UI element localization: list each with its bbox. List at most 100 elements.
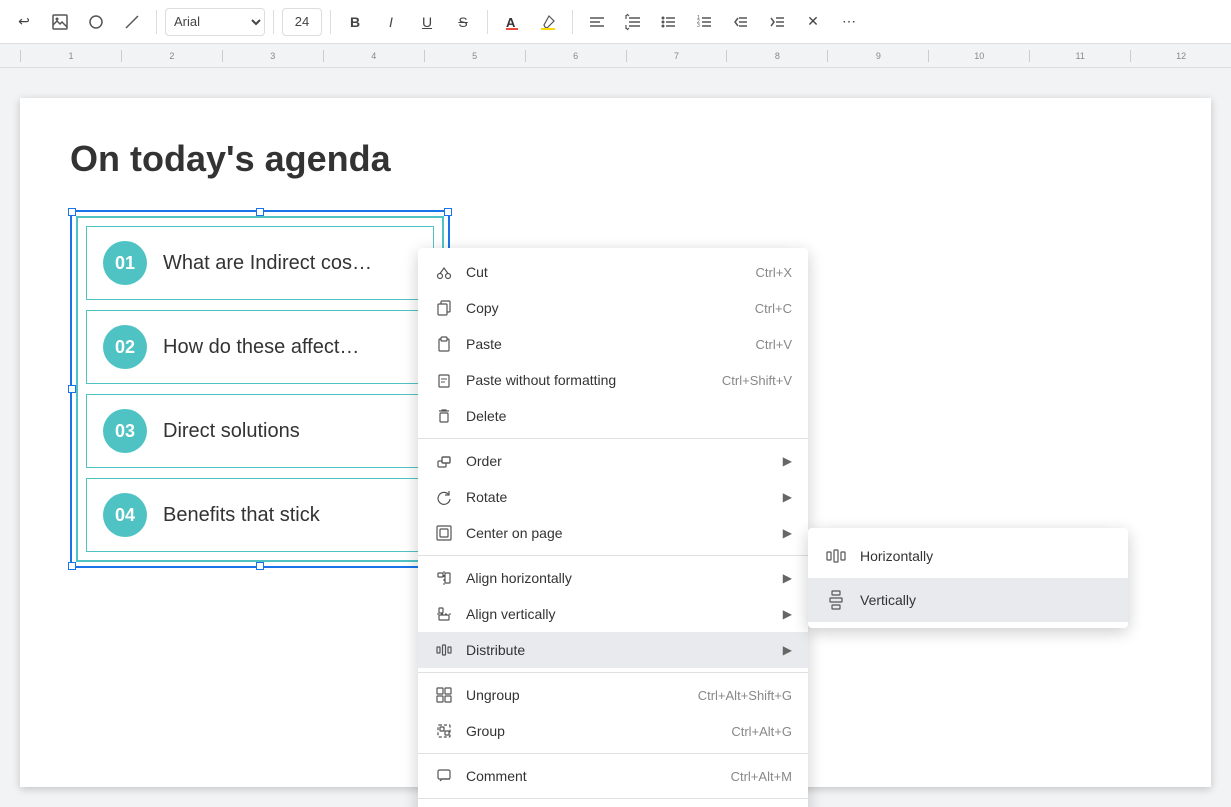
- shapes-button[interactable]: [80, 6, 112, 38]
- separator-5: [418, 798, 808, 799]
- paste-label: Paste: [466, 336, 740, 352]
- menu-item-ungroup[interactable]: Ungroup Ctrl+Alt+Shift+G: [418, 677, 808, 713]
- agenda-item-4: 04 Benefits that stick: [86, 478, 434, 552]
- clear-format-button[interactable]: ✕: [797, 6, 829, 38]
- horizontally-label: Horizontally: [860, 548, 1112, 564]
- paste-no-format-shortcut: Ctrl+Shift+V: [722, 373, 792, 388]
- ruler-mark: 7: [626, 50, 727, 62]
- menu-item-paste[interactable]: Paste Ctrl+V: [418, 326, 808, 362]
- ruler-mark: 11: [1029, 50, 1130, 62]
- order-arrow: ▶: [783, 454, 792, 468]
- paste-shortcut: Ctrl+V: [756, 337, 792, 352]
- svg-text:A: A: [506, 15, 516, 30]
- separator-4: [487, 10, 488, 34]
- separator-4: [418, 753, 808, 754]
- menu-item-copy[interactable]: Copy Ctrl+C: [418, 290, 808, 326]
- rotate-label: Rotate: [466, 489, 775, 505]
- menu-item-group[interactable]: Group Ctrl+Alt+G: [418, 713, 808, 749]
- font-size-input[interactable]: [282, 8, 322, 36]
- font-name-select[interactable]: Arial: [165, 8, 265, 36]
- agenda-item-3: 03 Direct solutions: [86, 394, 434, 468]
- strikethrough-button[interactable]: S: [447, 6, 479, 38]
- distribute-vertically-icon: [824, 588, 848, 612]
- underline-button[interactable]: U: [411, 6, 443, 38]
- menu-item-paste-without-formatting[interactable]: Paste without formatting Ctrl+Shift+V: [418, 362, 808, 398]
- image-button[interactable]: [44, 6, 76, 38]
- ruler-mark: 1: [20, 50, 121, 62]
- line-button[interactable]: [116, 6, 148, 38]
- distribute-icon: [434, 640, 454, 660]
- indent-decrease-button[interactable]: [725, 6, 757, 38]
- comment-icon: [434, 766, 454, 786]
- separator-3: [330, 10, 331, 34]
- highlight-button[interactable]: [532, 6, 564, 38]
- menu-item-center-on-page[interactable]: Center on page ▶: [418, 515, 808, 551]
- ruler-mark: 4: [323, 50, 424, 62]
- text-color-button[interactable]: A: [496, 6, 528, 38]
- menu-item-rotate[interactable]: Rotate ▶: [418, 479, 808, 515]
- align-horizontally-icon: [434, 568, 454, 588]
- align-horizontally-arrow: ▶: [783, 571, 792, 585]
- menu-item-align-horizontally[interactable]: Align horizontally ▶: [418, 560, 808, 596]
- comment-shortcut: Ctrl+Alt+M: [731, 769, 792, 784]
- paste-no-format-icon: [434, 370, 454, 390]
- indent-increase-button[interactable]: [761, 6, 793, 38]
- more-options-button[interactable]: ⋯: [833, 6, 865, 38]
- align-horizontally-label: Align horizontally: [466, 570, 775, 586]
- agenda-text-2: How do these affect…: [163, 336, 359, 359]
- ruler-mark: 3: [222, 50, 323, 62]
- menu-item-animate[interactable]: Animate: [418, 803, 808, 807]
- bullet-list-button[interactable]: [653, 6, 685, 38]
- group-icon: [434, 721, 454, 741]
- delete-label: Delete: [466, 408, 792, 424]
- selection-handle-ml[interactable]: [68, 385, 76, 393]
- selection-handle-bl[interactable]: [68, 562, 76, 570]
- ungroup-shortcut: Ctrl+Alt+Shift+G: [698, 688, 792, 703]
- ruler-marks: 1 2 3 4 5 6 7 8 9 10 11 12: [0, 50, 1231, 62]
- comment-label: Comment: [466, 768, 715, 784]
- order-label: Order: [466, 453, 775, 469]
- ungroup-icon: [434, 685, 454, 705]
- agenda-text-4: Benefits that stick: [163, 504, 320, 527]
- menu-item-comment[interactable]: Comment Ctrl+Alt+M: [418, 758, 808, 794]
- cut-shortcut: Ctrl+X: [756, 265, 792, 280]
- agenda-list: 01 What are Indirect cos… 02 How do thes…: [76, 216, 444, 562]
- menu-item-order[interactable]: Order ▶: [418, 443, 808, 479]
- submenu-item-vertically[interactable]: Vertically: [808, 578, 1128, 622]
- distribute-label: Distribute: [466, 642, 775, 658]
- paste-no-format-label: Paste without formatting: [466, 372, 706, 388]
- ruler-mark: 12: [1130, 50, 1231, 62]
- menu-item-delete[interactable]: Delete: [418, 398, 808, 434]
- cut-icon: [434, 262, 454, 282]
- menu-item-distribute[interactable]: Distribute ▶: [418, 632, 808, 668]
- selection-handle-tl[interactable]: [68, 208, 76, 216]
- ruler-mark: 6: [525, 50, 626, 62]
- distribute-horizontally-icon: [824, 544, 848, 568]
- menu-item-cut[interactable]: Cut Ctrl+X: [418, 254, 808, 290]
- selection-handle-tr[interactable]: [444, 208, 452, 216]
- undo-button[interactable]: ↩: [8, 6, 40, 38]
- ruler-mark: 5: [424, 50, 525, 62]
- numbered-list-button[interactable]: 1 2 3: [689, 6, 721, 38]
- line-spacing-button[interactable]: [617, 6, 649, 38]
- italic-button[interactable]: I: [375, 6, 407, 38]
- agenda-number-2: 02: [103, 325, 147, 369]
- agenda-number-4: 04: [103, 493, 147, 537]
- separator-1: [156, 10, 157, 34]
- menu-item-align-vertically[interactable]: Align vertically ▶: [418, 596, 808, 632]
- ruler-mark: 8: [726, 50, 827, 62]
- separator-1: [418, 438, 808, 439]
- agenda-item-1: 01 What are Indirect cos…: [86, 226, 434, 300]
- submenu-item-horizontally[interactable]: Horizontally: [808, 534, 1128, 578]
- agenda-number-3: 03: [103, 409, 147, 453]
- selection-handle-tc[interactable]: [256, 208, 264, 216]
- rotate-icon: [434, 487, 454, 507]
- selection-handle-bc[interactable]: [256, 562, 264, 570]
- align-left-button[interactable]: [581, 6, 613, 38]
- center-on-page-icon: [434, 523, 454, 543]
- agenda-number-1: 01: [103, 241, 147, 285]
- separator-2: [273, 10, 274, 34]
- center-on-page-label: Center on page: [466, 525, 775, 541]
- bold-button[interactable]: B: [339, 6, 371, 38]
- group-shortcut: Ctrl+Alt+G: [731, 724, 792, 739]
